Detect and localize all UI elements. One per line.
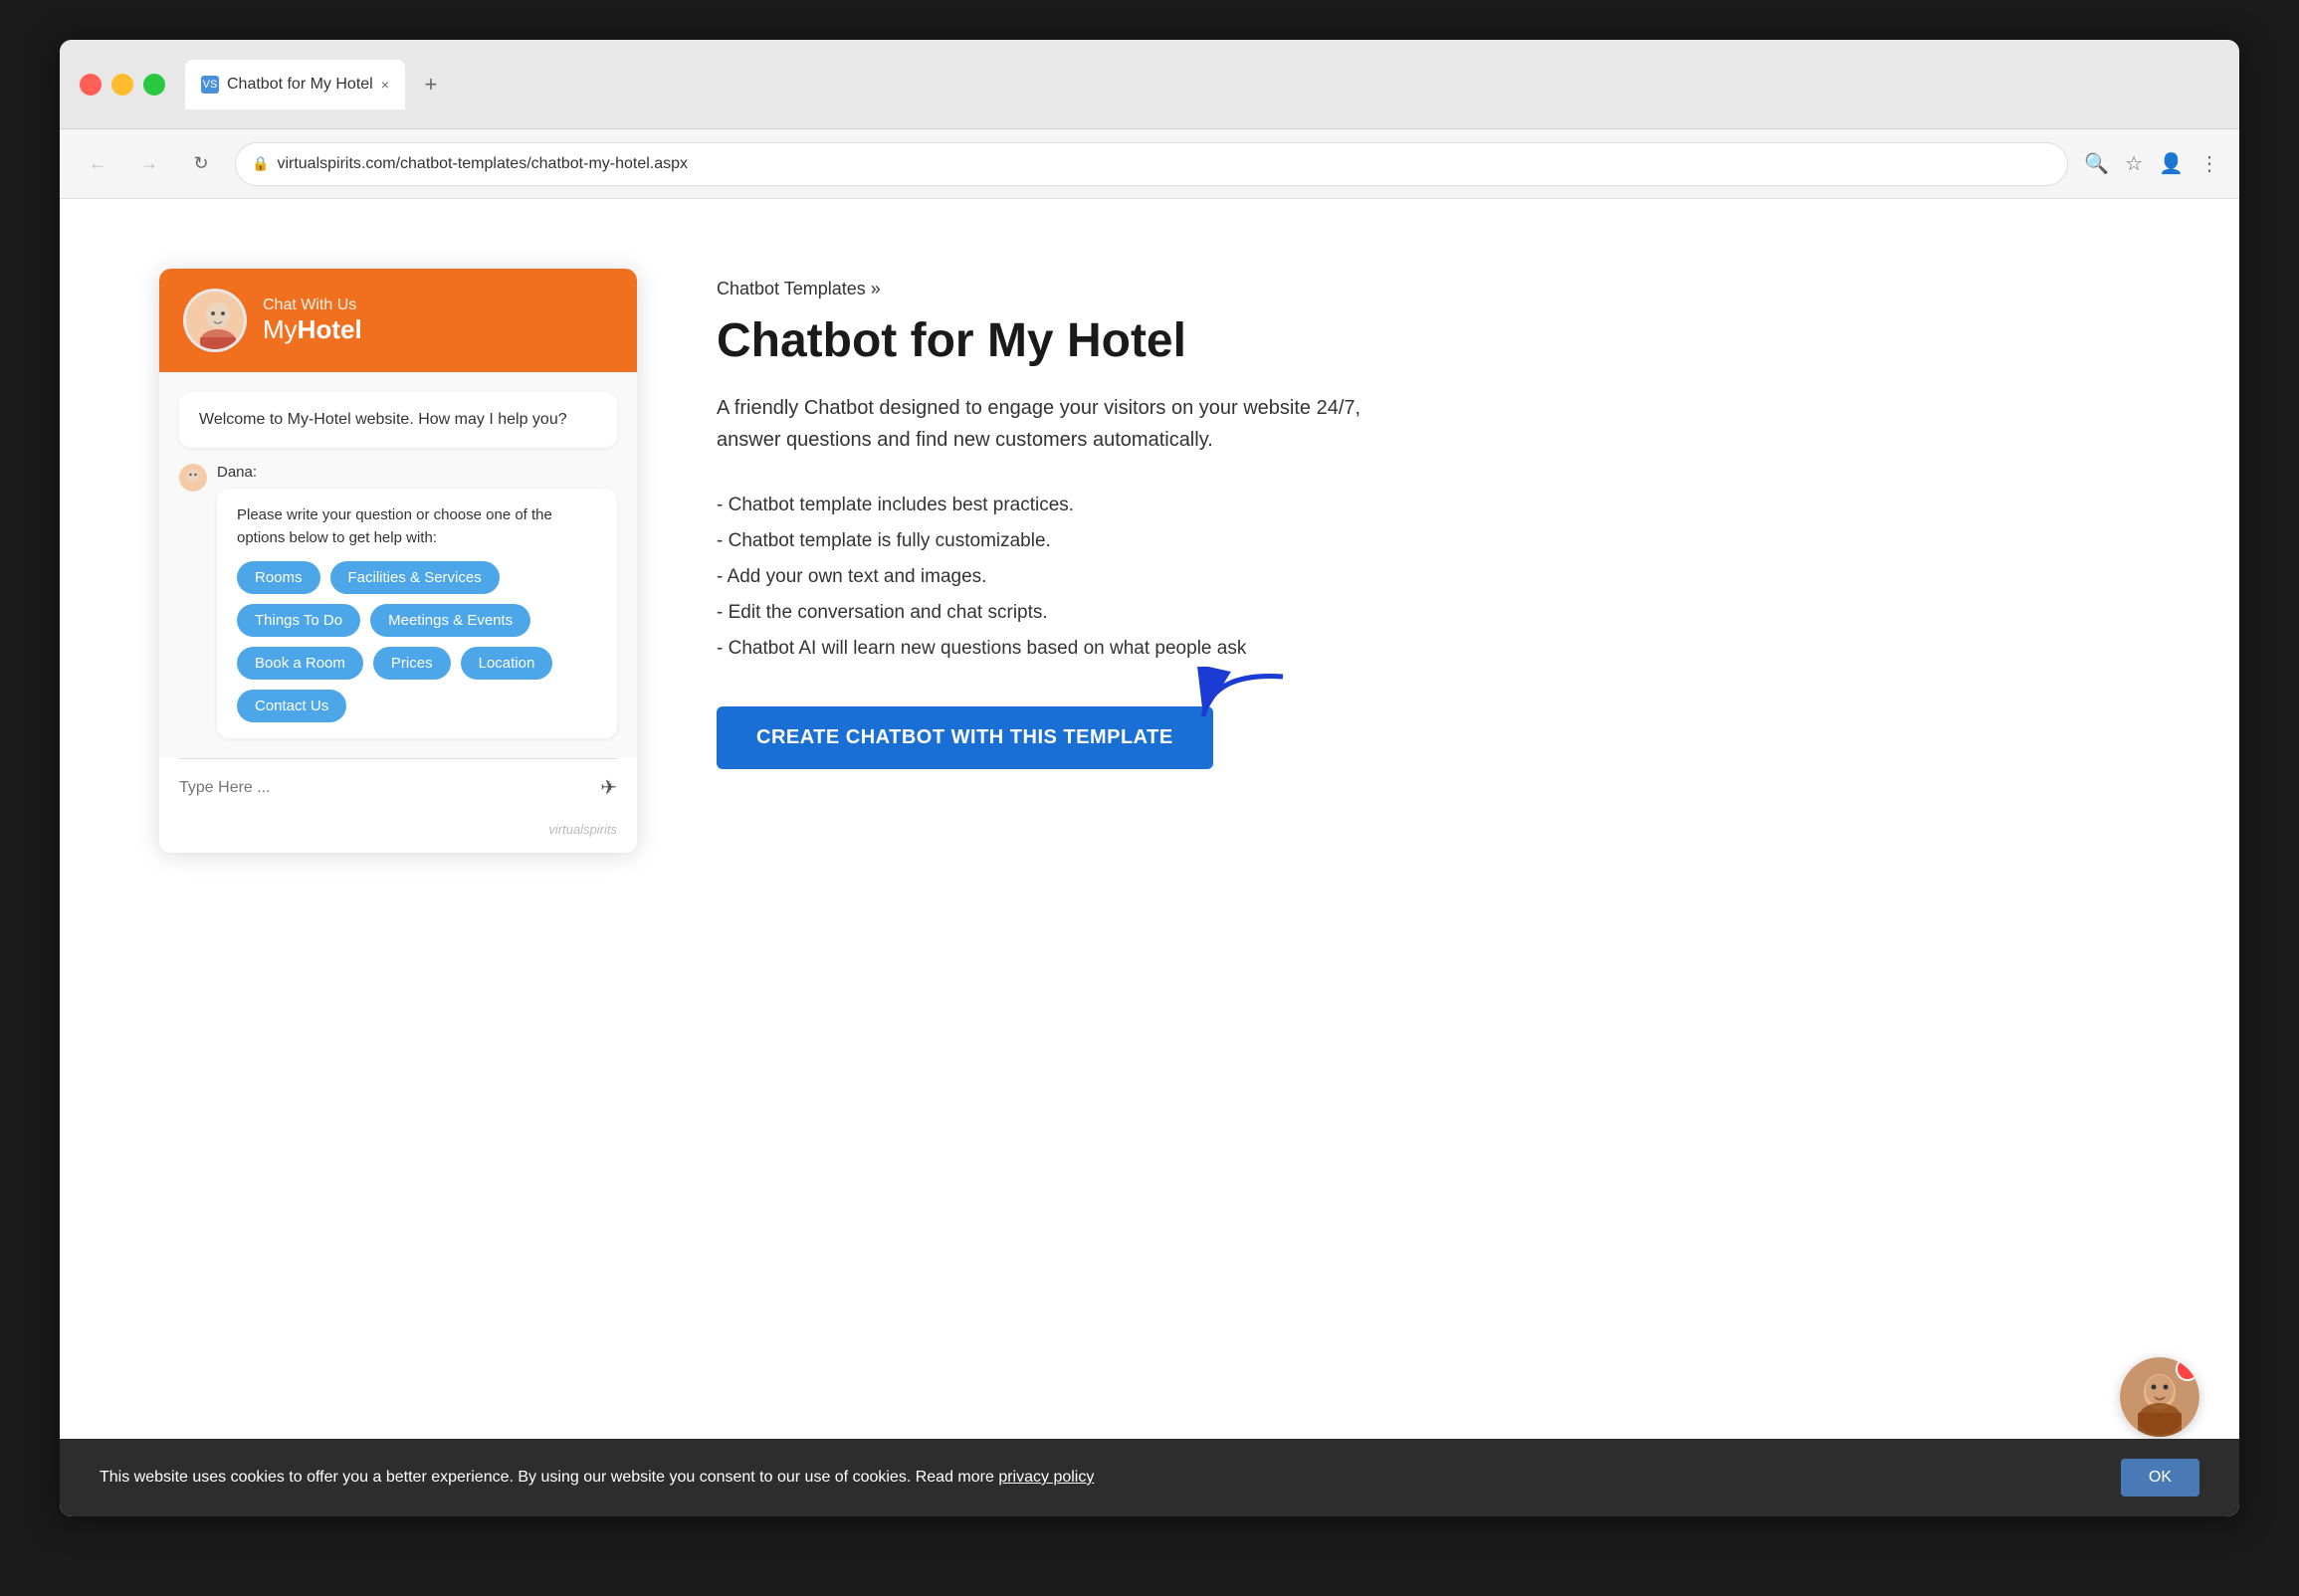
chatbot-input-area[interactable]: ✈ <box>159 759 637 816</box>
floating-chat-widget[interactable] <box>2120 1357 2199 1437</box>
agent-small-avatar <box>179 464 207 492</box>
cta-area: CREATE CHATBOT WITH THIS TEMPLATE <box>717 706 1213 769</box>
chatbot-body: Welcome to My-Hotel website. How may I h… <box>159 372 637 758</box>
tab-favicon: VS <box>201 76 219 94</box>
page-content: Chat With Us MyHotel Welcome to My-Hotel… <box>60 199 2239 1516</box>
address-bar[interactable]: 🔒 virtualspirits.com/chatbot-templates/c… <box>235 142 2068 186</box>
cookie-banner: This website uses cookies to offer you a… <box>60 1439 2239 1516</box>
arrow-indicator <box>1193 667 1293 731</box>
toolbar-icons: 🔍 ☆ 👤 ⋮ <box>2084 151 2219 176</box>
breadcrumb: Chatbot Templates » <box>717 279 2140 299</box>
feature-list: - Chatbot template includes best practic… <box>717 488 2140 667</box>
chatbot-input[interactable] <box>179 779 588 797</box>
my-hotel-label: MyHotel <box>263 314 362 345</box>
title-bar: VS Chatbot for My Hotel × + <box>60 40 2239 129</box>
hotel-label: Hotel <box>298 314 362 344</box>
page-right: Chatbot Templates » Chatbot for My Hotel… <box>717 259 2140 769</box>
cta-button[interactable]: CREATE CHATBOT WITH THIS TEMPLATE <box>717 706 1213 769</box>
agent-name: Dana: <box>217 464 617 481</box>
new-tab-button[interactable]: + <box>413 67 449 102</box>
send-icon[interactable]: ✈ <box>600 775 617 800</box>
option-button[interactable]: Prices <box>373 647 451 680</box>
bookmark-icon[interactable]: ☆ <box>2125 151 2143 176</box>
option-button[interactable]: Meetings & Events <box>370 604 530 637</box>
option-button[interactable]: Things To Do <box>237 604 360 637</box>
tab-close-button[interactable]: × <box>381 77 389 93</box>
option-button[interactable]: Facilities & Services <box>330 561 500 594</box>
tab-bar: VS Chatbot for My Hotel × + <box>185 60 2219 109</box>
close-button[interactable] <box>80 74 102 96</box>
welcome-message: Welcome to My-Hotel website. How may I h… <box>179 392 617 448</box>
agent-message: Please write your question or choose one… <box>217 489 617 738</box>
reload-button[interactable]: ↻ <box>183 146 219 182</box>
active-tab[interactable]: VS Chatbot for My Hotel × <box>185 60 405 109</box>
agent-message-area: Dana: Please write your question or choo… <box>179 464 617 738</box>
menu-icon[interactable]: ⋮ <box>2199 151 2219 176</box>
feature-item: - Chatbot template includes best practic… <box>717 488 2140 523</box>
chatbot-branding: virtualspirits <box>159 816 637 853</box>
page-title: Chatbot for My Hotel <box>717 315 2140 368</box>
option-button[interactable]: Location <box>461 647 553 680</box>
cookie-text: This website uses cookies to offer you a… <box>100 1469 2101 1487</box>
search-icon[interactable]: 🔍 <box>2084 151 2109 176</box>
feature-item: - Edit the conversation and chat scripts… <box>717 595 2140 631</box>
chatbot-avatar <box>183 289 247 352</box>
minimize-button[interactable] <box>111 74 133 96</box>
chat-with-us-label: Chat With Us <box>263 297 362 314</box>
address-text: virtualspirits.com/chatbot-templates/cha… <box>277 155 2051 173</box>
chatbot-header-text: Chat With Us MyHotel <box>263 297 362 345</box>
feature-item: - Chatbot template is fully customizable… <box>717 523 2140 559</box>
option-button[interactable]: Contact Us <box>237 690 346 722</box>
notification-dot <box>2176 1357 2199 1381</box>
chatbot-widget: Chat With Us MyHotel Welcome to My-Hotel… <box>159 269 637 853</box>
maximize-button[interactable] <box>143 74 165 96</box>
cookie-ok-button[interactable]: OK <box>2121 1459 2199 1496</box>
feature-item: - Chatbot AI will learn new questions ba… <box>717 631 2140 667</box>
privacy-policy-link[interactable]: privacy policy <box>998 1469 1094 1486</box>
page-description: A friendly Chatbot designed to engage yo… <box>717 392 1393 456</box>
main-area: Chat With Us MyHotel Welcome to My-Hotel… <box>60 199 2239 1516</box>
forward-button[interactable]: → <box>131 146 167 182</box>
tab-title: Chatbot for My Hotel <box>227 76 373 94</box>
feature-item: - Add your own text and images. <box>717 559 2140 595</box>
lock-icon: 🔒 <box>252 155 269 172</box>
back-button[interactable]: ← <box>80 146 115 182</box>
option-buttons: Rooms Facilities & Services Things To Do Me… <box>237 561 597 722</box>
browser-toolbar: ← → ↻ 🔒 virtualspirits.com/chatbot-templ… <box>60 129 2239 199</box>
option-button[interactable]: Rooms <box>237 561 320 594</box>
my-label: My <box>263 314 298 344</box>
option-button[interactable]: Book a Room <box>237 647 363 680</box>
traffic-lights <box>80 74 165 96</box>
chatbot-header: Chat With Us MyHotel <box>159 269 637 372</box>
user-icon[interactable]: 👤 <box>2159 151 2184 176</box>
